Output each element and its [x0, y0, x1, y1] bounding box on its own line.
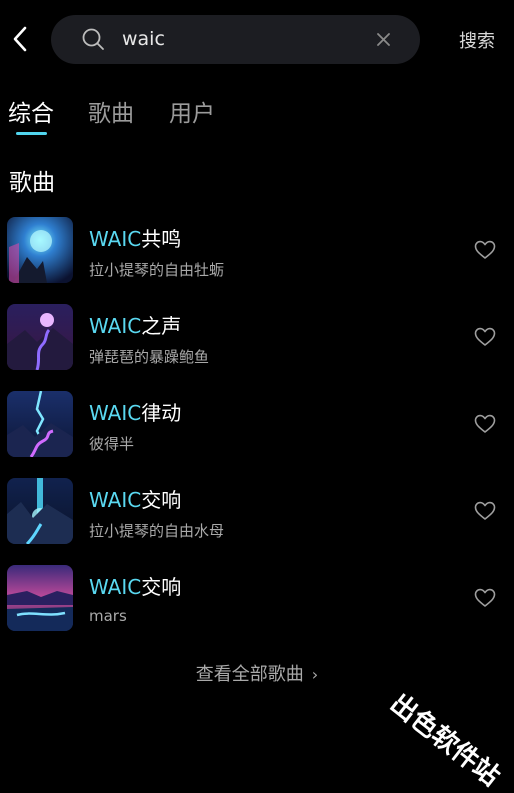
song-title: WAIC交响	[89, 575, 182, 599]
song-artist: 拉小提琴的自由水母	[89, 522, 225, 540]
tab-bar: 综合 歌曲 用户	[0, 94, 514, 140]
song-title: WAIC律动	[89, 401, 182, 425]
heart-icon[interactable]	[474, 588, 496, 608]
view-all-songs-link[interactable]: 查看全部歌曲 ›	[0, 660, 514, 686]
song-item[interactable]: WAIC交响 拉小提琴的自由水母	[0, 478, 514, 544]
back-button[interactable]	[8, 24, 34, 54]
song-item[interactable]: WAIC之声 弹琵琶的暴躁鲍鱼	[0, 304, 514, 370]
song-item[interactable]: WAIC交响 mars	[0, 565, 514, 631]
song-artist: 彼得半	[89, 435, 135, 453]
tab-songs[interactable]: 歌曲	[88, 94, 134, 128]
back-arrow-icon	[13, 26, 27, 52]
song-artist: 弹琵琶的暴躁鲍鱼	[89, 348, 210, 366]
song-cover	[7, 217, 73, 283]
song-cover	[7, 478, 73, 544]
song-cover	[7, 391, 73, 457]
watermark: 出色软件站	[384, 688, 506, 793]
section-title-songs: 歌曲	[9, 170, 55, 196]
song-cover	[7, 304, 73, 370]
heart-icon[interactable]	[474, 414, 496, 434]
search-bar[interactable]	[51, 15, 420, 64]
song-title: WAIC交响	[89, 488, 182, 512]
search-button[interactable]: 搜索	[459, 27, 495, 53]
heart-icon[interactable]	[474, 501, 496, 521]
view-all-label: 查看全部歌曲	[195, 664, 304, 685]
song-artist: 拉小提琴的自由牡蛎	[89, 261, 225, 279]
top-bar: 搜索	[0, 0, 514, 80]
clear-icon[interactable]	[374, 30, 393, 49]
heart-icon[interactable]	[474, 240, 496, 260]
search-icon	[82, 28, 104, 50]
song-item[interactable]: WAIC共鸣 拉小提琴的自由牡蛎	[0, 217, 514, 283]
song-artist: mars	[89, 607, 127, 625]
search-input[interactable]	[122, 25, 352, 53]
tab-general[interactable]: 综合	[8, 94, 54, 128]
tab-users[interactable]: 用户	[169, 94, 215, 128]
song-title: WAIC共鸣	[89, 227, 182, 251]
chevron-right-icon: ›	[311, 665, 319, 684]
heart-icon[interactable]	[474, 327, 496, 347]
song-title: WAIC之声	[89, 314, 182, 338]
song-cover	[7, 565, 73, 631]
song-item[interactable]: WAIC律动 彼得半	[0, 391, 514, 457]
active-tab-indicator	[16, 132, 47, 135]
